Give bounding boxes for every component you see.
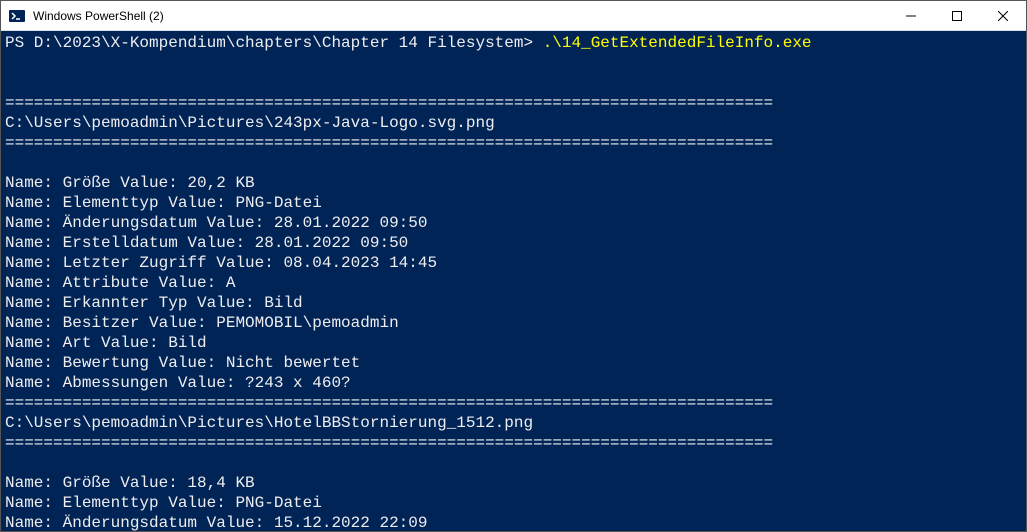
output-line: Name: Elementtyp Value: PNG-Datei: [5, 194, 322, 212]
maximize-button[interactable]: [934, 1, 980, 30]
output-line: Name: Elementtyp Value: PNG-Datei: [5, 494, 322, 512]
output-line: Name: Änderungsdatum Value: 28.01.2022 0…: [5, 214, 427, 232]
output-line: Name: Art Value: Bild: [5, 334, 207, 352]
output-line: Name: Bewertung Value: Nicht bewertet: [5, 354, 360, 372]
command: .\14_GetExtendedFileInfo.exe: [543, 34, 812, 52]
separator: ========================================…: [5, 434, 773, 452]
output-line: Name: Erstelldatum Value: 28.01.2022 09:…: [5, 234, 408, 252]
output-line: Name: Abmessungen Value: ?243 x 460?: [5, 374, 351, 392]
output-line: Name: Erkannter Typ Value: Bild: [5, 294, 303, 312]
separator: ========================================…: [5, 134, 773, 152]
window-controls: [888, 1, 1026, 30]
prompt: PS D:\2023\X-Kompendium\chapters\Chapter…: [5, 34, 543, 52]
file-path: C:\Users\pemoadmin\Pictures\243px-Java-L…: [5, 114, 495, 132]
separator: ========================================…: [5, 94, 773, 112]
file-path: C:\Users\pemoadmin\Pictures\HotelBBStorn…: [5, 414, 533, 432]
output-line: Name: Größe Value: 18,4 KB: [5, 474, 255, 492]
minimize-button[interactable]: [888, 1, 934, 30]
window-title: Windows PowerShell (2): [33, 9, 888, 23]
output-line: Name: Änderungsdatum Value: 15.12.2022 2…: [5, 514, 427, 531]
output-line: Name: Besitzer Value: PEMOMOBIL\pemoadmi…: [5, 314, 399, 332]
output-line: Name: Größe Value: 20,2 KB: [5, 174, 255, 192]
titlebar: Windows PowerShell (2): [1, 1, 1026, 31]
output-line: Name: Attribute Value: A: [5, 274, 235, 292]
terminal-output[interactable]: PS D:\2023\X-Kompendium\chapters\Chapter…: [1, 31, 1026, 531]
powershell-icon: [9, 8, 25, 24]
separator: ========================================…: [5, 394, 773, 412]
close-button[interactable]: [980, 1, 1026, 30]
output-line: Name: Letzter Zugriff Value: 08.04.2023 …: [5, 254, 437, 272]
